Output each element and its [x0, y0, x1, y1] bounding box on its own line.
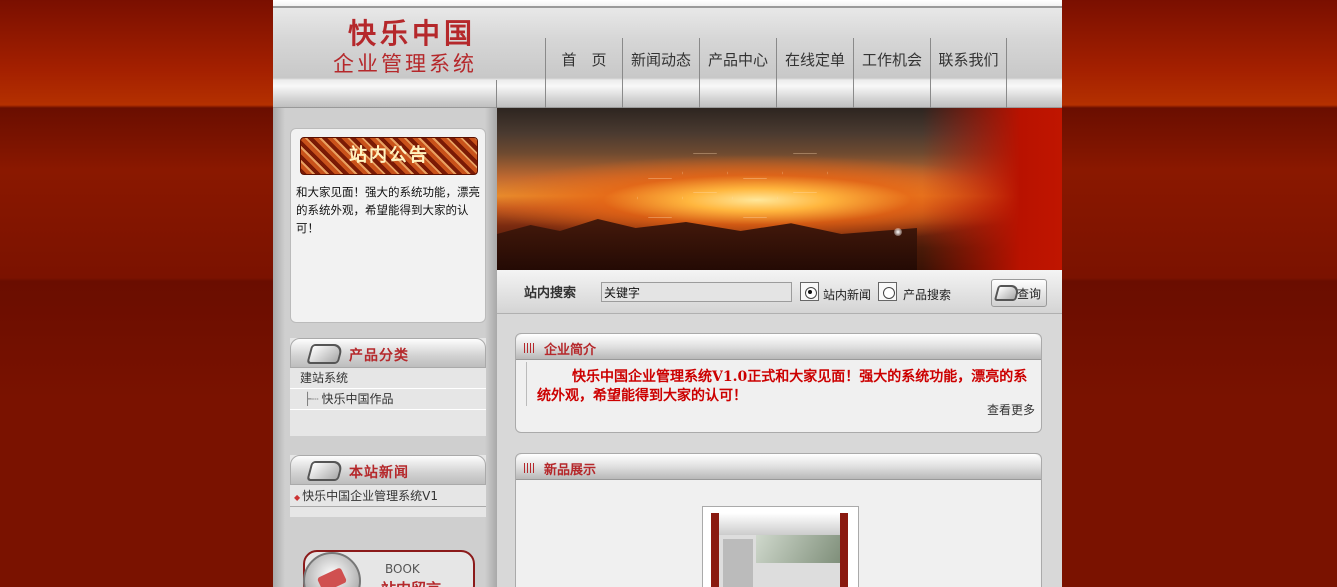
search-input[interactable]	[601, 282, 792, 302]
light-sparkle	[894, 228, 902, 236]
news-panel-title: 本站新闻	[349, 465, 409, 481]
magnifier-icon	[306, 344, 344, 364]
search-bar: 站内搜索 站内新闻 产品搜索 查询	[497, 270, 1062, 314]
hexagon-decoration	[782, 153, 828, 193]
hero-banner	[497, 108, 1062, 270]
news-panel-header: 本站新闻	[290, 455, 486, 485]
hexagon-decoration	[637, 178, 683, 218]
category-subitem-label: 快乐中国作品	[321, 392, 394, 406]
category-panel-title: 产品分类	[349, 348, 409, 364]
hexagon-decoration	[732, 178, 778, 218]
nav-orders[interactable]: 在线定单	[776, 38, 853, 108]
category-subitem[interactable]: ├┈ 快乐中国作品	[290, 389, 486, 410]
site-header: 快乐中国 企业管理系统 首 页 新闻动态 产品中心 在线定单 工作机会 联系我们	[273, 0, 1062, 108]
nav-home[interactable]: 首 页	[545, 38, 622, 108]
search-button[interactable]: 查询	[991, 279, 1047, 307]
magnifier-icon	[306, 461, 344, 481]
sidebar: 站内公告 和大家见面！强大的系统功能，漂亮的系统外观，希望能得到大家的认可！ 产…	[273, 108, 497, 587]
news-item-label: 快乐中国企业管理系统V1	[302, 489, 439, 503]
search-label: 站内搜索	[524, 286, 577, 301]
notice-box: 站内公告 和大家见面！强大的系统功能，漂亮的系统外观，希望能得到大家的认可！	[290, 128, 486, 323]
radio-product-search[interactable]	[878, 282, 897, 301]
news-panel: 本站新闻 ◆ 快乐中国企业管理系统V1	[290, 455, 486, 517]
search-button-label: 查询	[1016, 287, 1041, 301]
thumbnail-banner	[756, 535, 840, 563]
category-panel: 产品分类 建站系统 ├┈ 快乐中国作品	[290, 338, 486, 436]
nav-news[interactable]: 新闻动态	[622, 38, 699, 108]
header-top-line	[273, 6, 1062, 8]
radio-product-search-label: 产品搜索	[903, 288, 952, 302]
thumbnail-sidebar	[723, 539, 753, 587]
logo-subtitle[interactable]: 企业管理系统	[333, 48, 477, 78]
guestbook-label: BOOK	[385, 562, 420, 576]
product-thumbnail-image	[711, 513, 848, 587]
category-item[interactable]: 建站系统	[290, 368, 486, 389]
radio-site-news-label: 站内新闻	[823, 288, 872, 302]
hexagon-decoration	[682, 153, 728, 193]
main-nav: 首 页 新闻动态 产品中心 在线定单 工作机会 联系我们	[545, 38, 1007, 108]
nav-contact[interactable]: 联系我们	[930, 38, 1007, 108]
bullet-icon: ◆	[294, 493, 301, 502]
guestbook-button[interactable]: BOOK 站内留言	[303, 550, 475, 587]
notice-title: 站内公告	[300, 137, 478, 175]
intro-panel: 企业简介 快乐中国企业管理系统V1.0正式和大家见面！强大的系统功能，漂亮的系统…	[515, 333, 1042, 433]
header-divider	[496, 80, 497, 108]
notice-text: 和大家见面！强大的系统功能，漂亮的系统外观，希望能得到大家的认可！	[296, 185, 480, 235]
nav-jobs[interactable]: 工作机会	[853, 38, 930, 108]
nav-products[interactable]: 产品中心	[699, 38, 776, 108]
intro-panel-title: 企业简介	[544, 343, 597, 358]
mountain-silhouette	[497, 219, 917, 270]
intro-text: 快乐中国企业管理系统V1.0正式和大家见面！强大的系统功能，漂亮的系统外观，希望…	[526, 362, 1041, 406]
grid-dots-icon	[524, 463, 534, 473]
magnifier-icon	[993, 285, 1021, 301]
book-icon	[303, 552, 361, 587]
news-item[interactable]: ◆ 快乐中国企业管理系统V1	[290, 485, 486, 507]
category-panel-header: 产品分类	[290, 338, 486, 368]
grid-dots-icon	[524, 343, 534, 353]
logo-title[interactable]: 快乐中国	[348, 12, 476, 52]
guestbook-title: 站内留言	[381, 578, 441, 587]
products-panel: 新品展示	[515, 453, 1042, 587]
tree-branch-icon: ├┈	[304, 392, 319, 406]
products-panel-title: 新品展示	[544, 463, 597, 478]
products-panel-header: 新品展示	[516, 454, 1041, 480]
page-frame: 快乐中国 企业管理系统 首 页 新闻动态 产品中心 在线定单 工作机会 联系我们…	[273, 0, 1062, 587]
intro-panel-header: 企业简介	[516, 334, 1041, 360]
more-link[interactable]: 查看更多	[987, 401, 1035, 418]
radio-site-news[interactable]	[800, 282, 819, 301]
thumbnail-header	[719, 513, 840, 535]
product-thumbnail[interactable]	[702, 506, 859, 587]
